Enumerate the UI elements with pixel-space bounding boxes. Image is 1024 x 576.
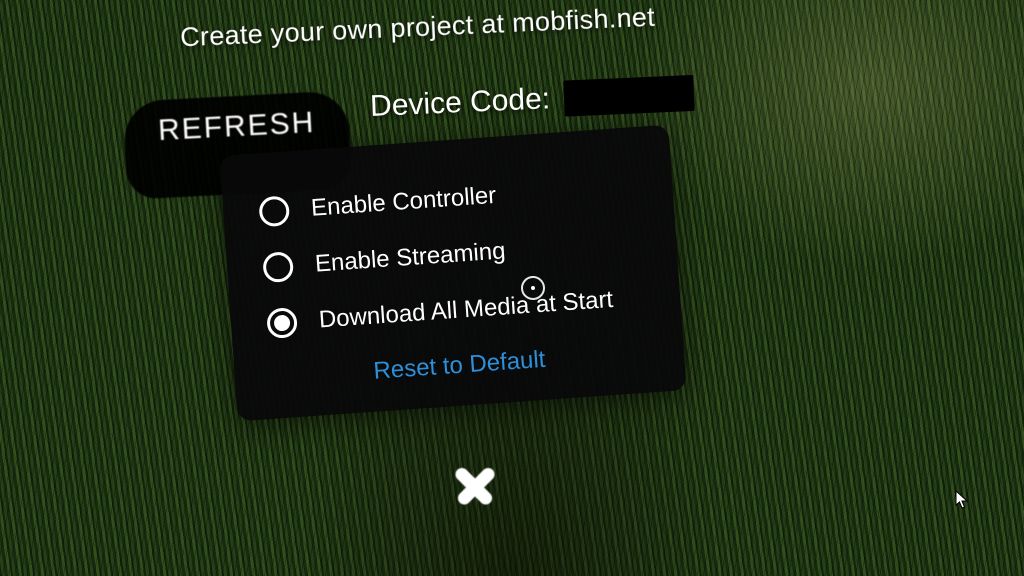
settings-panel: Enable Controller Enable Streaming Downl… bbox=[219, 125, 686, 422]
radio-icon bbox=[262, 251, 294, 283]
option-label: Enable Controller bbox=[310, 182, 497, 223]
reset-label: Reset to Default bbox=[373, 346, 547, 385]
option-label: Enable Streaming bbox=[314, 237, 506, 278]
option-enable-streaming[interactable]: Enable Streaming bbox=[262, 227, 641, 283]
refresh-label: REFRESH bbox=[157, 106, 316, 147]
close-icon bbox=[446, 456, 504, 514]
option-label: Download All Media at Start bbox=[318, 286, 614, 334]
close-button[interactable] bbox=[446, 456, 504, 514]
option-enable-controller[interactable]: Enable Controller bbox=[258, 171, 637, 227]
device-code-value bbox=[563, 75, 694, 117]
radio-icon bbox=[266, 307, 298, 339]
radio-icon bbox=[258, 195, 290, 227]
option-download-all-media[interactable]: Download All Media at Start bbox=[266, 283, 645, 339]
device-code-label: Device Code: bbox=[369, 82, 550, 124]
reset-to-default-link[interactable]: Reset to Default bbox=[270, 339, 649, 393]
